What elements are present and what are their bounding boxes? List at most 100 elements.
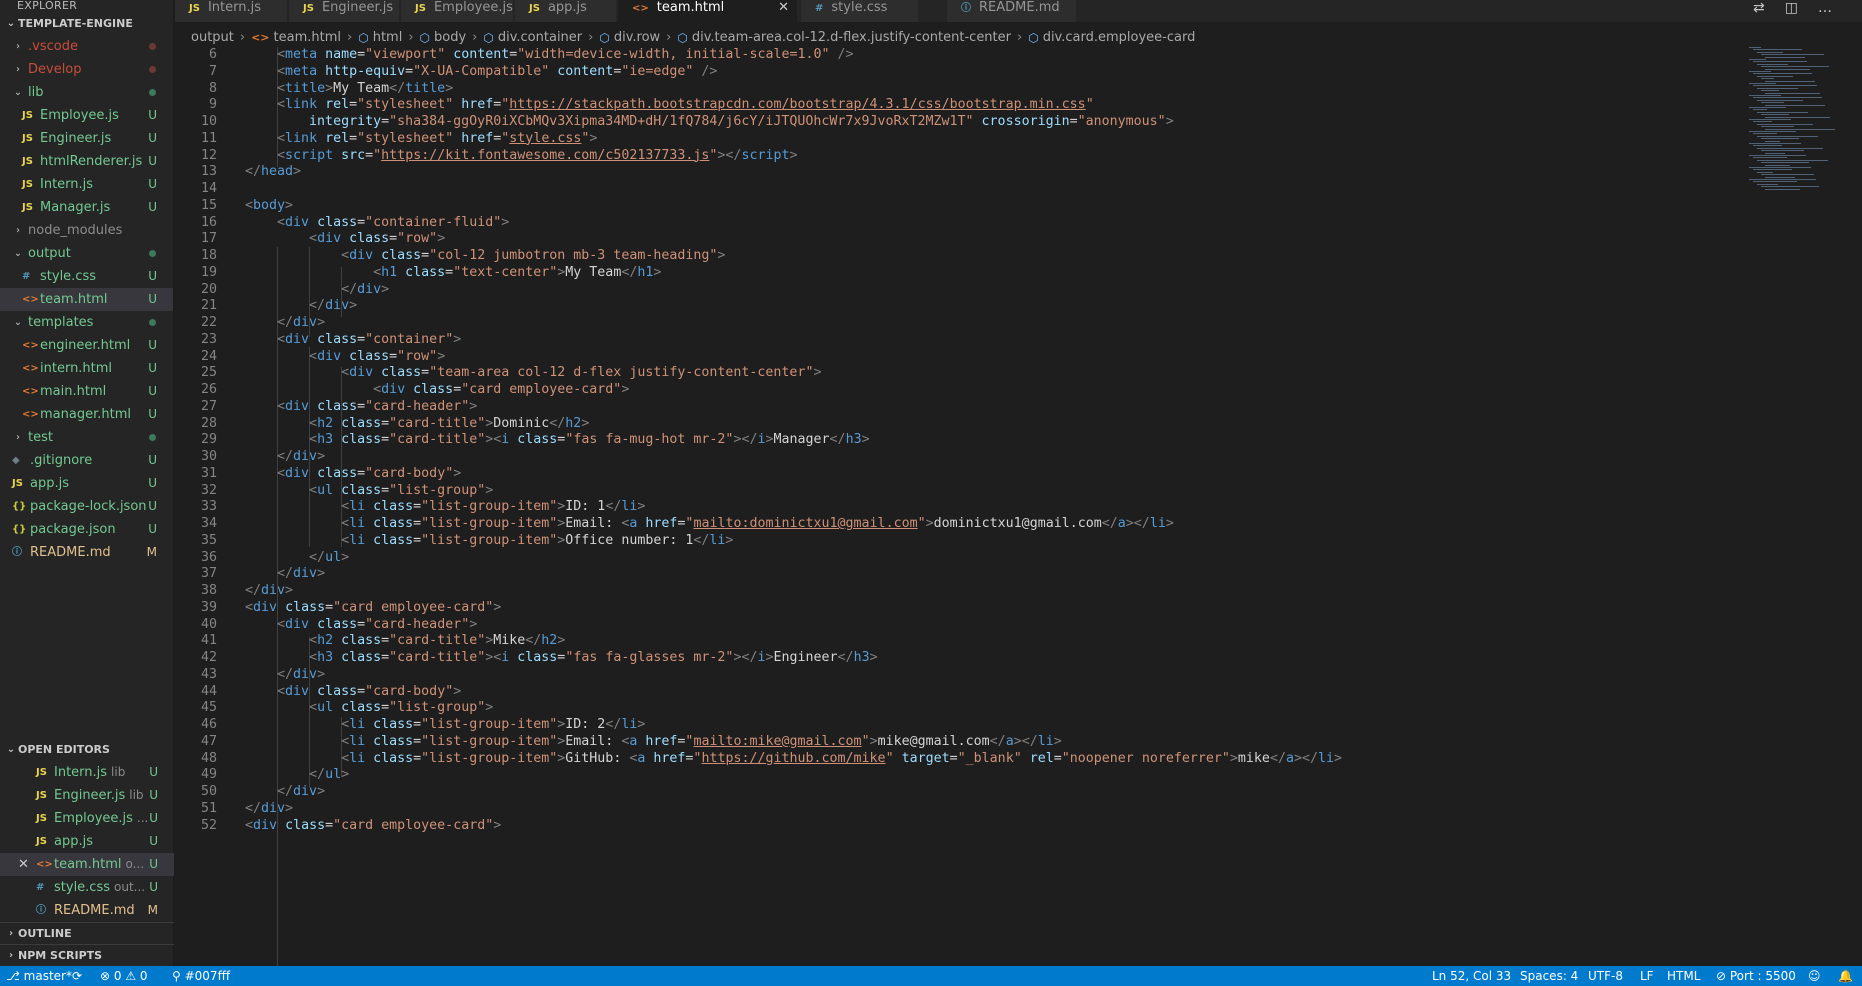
open-editor-item[interactable]: ⓘ README.md M bbox=[0, 899, 174, 922]
tree-item-label: output bbox=[28, 246, 71, 261]
minimap-line bbox=[1753, 61, 1807, 63]
file-item[interactable]: JS Engineer.js U bbox=[0, 127, 173, 150]
folder-item[interactable]: › .vscode bbox=[0, 35, 173, 58]
file-item[interactable]: # style.css U bbox=[0, 265, 173, 288]
file-item[interactable]: {} package.json U bbox=[0, 518, 173, 541]
cursor-position[interactable]: Ln 52, Col 33 bbox=[1432, 966, 1511, 986]
file-item[interactable]: <> team.html U bbox=[0, 288, 173, 311]
minimap-line bbox=[1761, 138, 1799, 140]
editor-tab[interactable]: JS Engineer.js bbox=[289, 0, 400, 22]
file-item[interactable]: JS app.js U bbox=[0, 472, 173, 495]
indentation[interactable]: Spaces: 4 bbox=[1520, 966, 1578, 986]
file-item[interactable]: JS htmlRenderer.js U bbox=[0, 150, 173, 173]
branch-indicator[interactable]: ⎇ master* bbox=[6, 966, 72, 986]
color-indicator[interactable]: ⚲ #007fff bbox=[172, 966, 230, 986]
breadcrumb-item[interactable]: div.row bbox=[614, 28, 660, 48]
breadcrumb-item[interactable]: div.container bbox=[498, 28, 582, 48]
live-server-port[interactable]: ⊘ Port : 5500 bbox=[1716, 966, 1796, 986]
breadcrumb-item[interactable]: div.team-area.col-12.d-flex.justify-cont… bbox=[692, 28, 1011, 48]
tab-label: app.js bbox=[547, 0, 587, 15]
file-item[interactable]: JS Manager.js U bbox=[0, 196, 173, 219]
file-item[interactable]: JS Intern.js U bbox=[0, 173, 173, 196]
folder-item[interactable]: › Develop bbox=[0, 58, 173, 81]
html-file-icon: <> bbox=[22, 409, 39, 420]
breadcrumb-item[interactable]: html bbox=[373, 28, 403, 48]
open-editor-item[interactable]: # style.css out... U bbox=[0, 876, 174, 899]
problems-indicator[interactable]: ⊗ 0 ⚠ 0 bbox=[100, 966, 148, 986]
tree-item-label: Intern.js bbox=[40, 177, 94, 192]
encoding[interactable]: UTF-8 bbox=[1588, 966, 1623, 986]
file-item[interactable]: <> manager.html U bbox=[0, 403, 173, 426]
chevron-right-icon: › bbox=[588, 30, 594, 45]
close-icon[interactable]: ✕ bbox=[18, 853, 29, 876]
git-status-badge: U bbox=[149, 857, 158, 871]
file-item[interactable]: <> engineer.html U bbox=[0, 334, 173, 357]
outline-header[interactable]: › OUTLINE bbox=[0, 922, 174, 944]
open-editor-description: out... bbox=[114, 880, 146, 894]
editor-tab[interactable]: <> team.html ✕ bbox=[618, 0, 798, 22]
code-editor[interactable]: 6 <meta name="viewport" content="width=d… bbox=[175, 47, 1862, 966]
tab-label: style.css bbox=[831, 0, 888, 15]
close-icon[interactable]: ✕ bbox=[778, 0, 789, 16]
open-editor-item[interactable]: JS app.js U bbox=[0, 830, 174, 853]
git-file-icon: ◆ bbox=[12, 455, 20, 466]
editor-tab[interactable]: JS Intern.js bbox=[175, 0, 288, 22]
git-status-badge: U bbox=[148, 200, 157, 214]
minimap-line bbox=[1753, 97, 1822, 99]
folder-item[interactable]: ⌄ output bbox=[0, 242, 173, 265]
folder-item[interactable]: ⌄ lib bbox=[0, 81, 173, 104]
split-editor-icon[interactable]: ◫ bbox=[1785, 0, 1798, 22]
minimap-line bbox=[1761, 162, 1809, 164]
minimap-line bbox=[1761, 90, 1779, 92]
bell-icon[interactable]: 🔔 bbox=[1838, 966, 1853, 986]
git-status-badge: M bbox=[147, 903, 158, 917]
file-item[interactable]: ◆ .gitignore U bbox=[0, 449, 173, 472]
editor-tab[interactable]: JS app.js bbox=[515, 0, 617, 22]
minimap[interactable] bbox=[1745, 47, 1853, 207]
html-file-icon: <> bbox=[22, 294, 39, 305]
minimap-line bbox=[1757, 99, 1803, 101]
folder-item[interactable]: ⌄ templates bbox=[0, 311, 173, 334]
more-actions-icon[interactable]: … bbox=[1818, 0, 1832, 22]
feedback-icon[interactable]: ☺ bbox=[1808, 966, 1821, 986]
open-editors-header[interactable]: ⌄ OPEN EDITORS bbox=[0, 739, 174, 761]
breadcrumb-item[interactable]: div.card.employee-card bbox=[1043, 28, 1196, 48]
breadcrumb-item[interactable]: team.html bbox=[274, 28, 341, 48]
chevron-right-icon: › bbox=[16, 225, 20, 236]
open-editor-item[interactable]: ✕ <> team.html o... U bbox=[0, 853, 174, 876]
compare-icon[interactable]: ⇄ bbox=[1753, 0, 1765, 22]
tab-label: Intern.js bbox=[207, 0, 261, 15]
tree-item-label: package.json bbox=[30, 522, 116, 537]
editor-tab[interactable]: JS Employee.js bbox=[401, 0, 514, 22]
html-file-icon: <> bbox=[632, 3, 649, 14]
eol[interactable]: LF bbox=[1640, 966, 1654, 986]
breadcrumb-item[interactable]: output bbox=[191, 28, 234, 48]
folder-item[interactable]: › test bbox=[0, 426, 173, 449]
npm-scripts-header[interactable]: › NPM SCRIPTS bbox=[0, 944, 174, 966]
outline-title: OUTLINE bbox=[18, 926, 72, 940]
editor-tab[interactable]: # style.css bbox=[801, 0, 919, 22]
project-header[interactable]: ⌄ TEMPLATE-ENGINE bbox=[0, 13, 173, 35]
file-item[interactable]: ⓘ README.md M bbox=[0, 541, 173, 564]
file-item[interactable]: <> intern.html U bbox=[0, 357, 173, 380]
file-item[interactable]: JS Employee.js U bbox=[0, 104, 173, 127]
minimap-line bbox=[1749, 59, 1766, 60]
folder-item[interactable]: › node_modules bbox=[0, 219, 173, 242]
git-status-badge: U bbox=[148, 499, 157, 513]
file-item[interactable]: {} package-lock.json U bbox=[0, 495, 173, 518]
minimap-line bbox=[1749, 119, 1791, 120]
open-editor-item[interactable]: JS Engineer.js lib U bbox=[0, 784, 174, 807]
tree-item-label: .vscode bbox=[28, 39, 78, 54]
open-editor-item[interactable]: JS Intern.js lib U bbox=[0, 761, 174, 784]
sync-icon[interactable]: ⟳ bbox=[72, 966, 82, 986]
open-editor-item[interactable]: JS Employee.js... U bbox=[0, 807, 174, 830]
file-item[interactable]: <> main.html U bbox=[0, 380, 173, 403]
language-mode[interactable]: HTML bbox=[1667, 966, 1700, 986]
open-editor-description: lib bbox=[111, 765, 126, 779]
tree-item-label: team.html bbox=[40, 292, 108, 307]
info-file-icon: ⓘ bbox=[12, 547, 22, 558]
editor-tab[interactable]: ⓘ README.md bbox=[947, 0, 1077, 22]
breadcrumb-item[interactable]: body bbox=[434, 28, 466, 48]
minimap-line bbox=[1765, 104, 1825, 106]
minimap-line bbox=[1761, 78, 1774, 80]
